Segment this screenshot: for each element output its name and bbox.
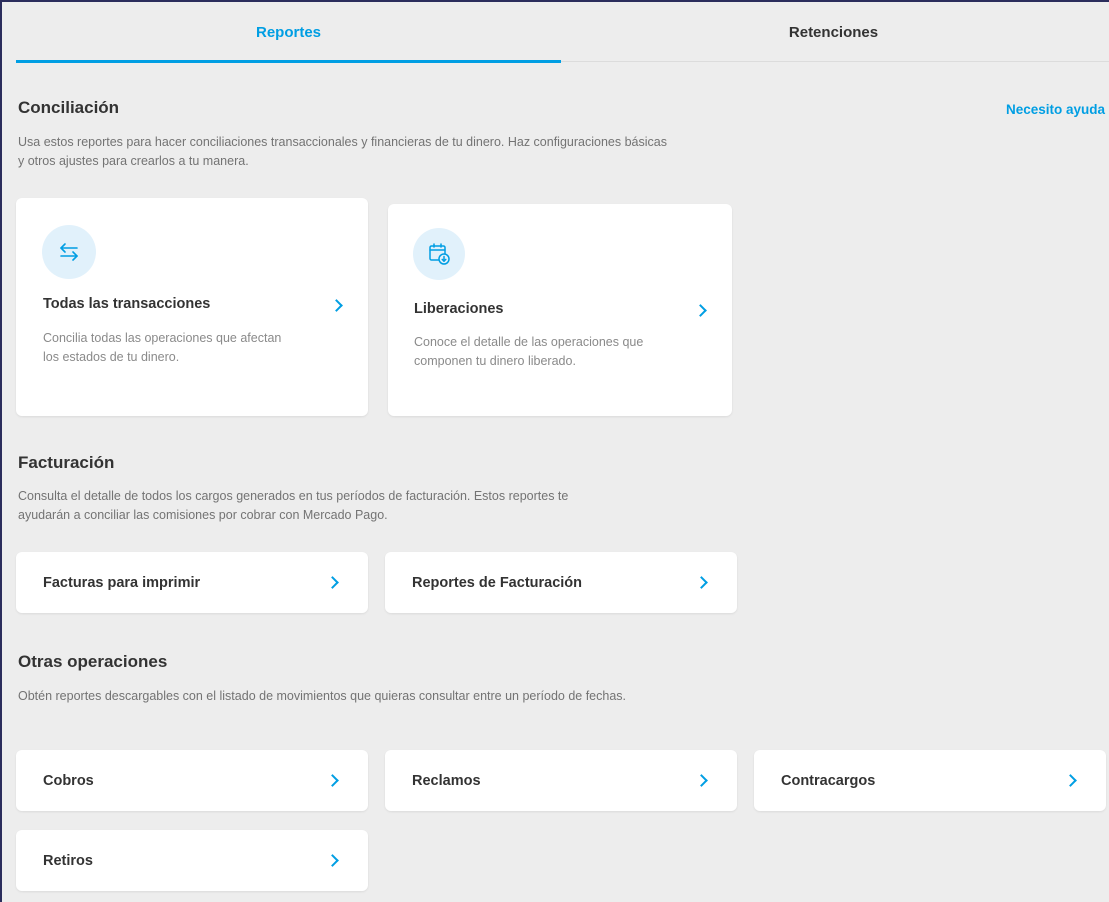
chevron-right-icon [695,575,708,589]
card-reportes-facturacion[interactable]: Reportes de Facturación [385,552,737,613]
section-desc-otras: Obtén reportes descargables con el lista… [18,689,627,703]
tab-bar: Reportes Retenciones [16,2,1109,63]
section-title-facturacion: Facturación [18,453,115,472]
card-label: Todas las transacciones [43,296,211,312]
card-reclamos[interactable]: Reclamos [385,750,737,811]
calendar-download-icon [413,228,465,280]
transfer-arrows-icon [42,225,96,279]
chevron-right-icon [326,853,339,867]
chevron-right-icon [326,773,339,787]
card-label: Cobros [43,772,94,789]
tab-reportes[interactable]: Reportes [16,2,561,63]
card-retiros[interactable]: Retiros [16,830,368,891]
card-todas-transacciones[interactable]: Todas las transacciones Concilia todas l… [16,198,368,416]
card-label: Facturas para imprimir [43,574,201,591]
card-label: Contracargos [781,772,876,789]
card-desc: Concilia todas las operaciones que afect… [43,331,282,364]
card-contracargos[interactable]: Contracargos [754,750,1106,811]
section-title-otras: Otras operaciones [18,652,168,671]
section-desc-conciliacion: Usa estos reportes para hacer conciliaci… [18,135,667,168]
help-link[interactable]: Necesito ayuda [1006,102,1105,117]
chevron-right-icon [695,773,708,787]
section-title-conciliacion: Conciliación [18,98,120,117]
chevron-right-icon [1064,773,1077,787]
chevron-right-icon [326,575,339,589]
card-desc: Conoce el detalle de las operaciones que… [414,335,644,368]
card-label: Reclamos [412,772,481,789]
card-label: Liberaciones [414,301,504,317]
card-liberaciones[interactable]: Liberaciones Conoce el detalle de las op… [388,204,732,416]
section-desc-facturacion: Consulta el detalle de todos los cargos … [18,489,569,522]
card-label: Retiros [43,852,93,869]
chevron-right-icon [694,304,707,317]
tab-retenciones[interactable]: Retenciones [561,2,1106,62]
card-facturas-imprimir[interactable]: Facturas para imprimir [16,552,368,613]
card-cobros[interactable]: Cobros [16,750,368,811]
chevron-right-icon [330,299,343,312]
card-label: Reportes de Facturación [412,574,583,591]
